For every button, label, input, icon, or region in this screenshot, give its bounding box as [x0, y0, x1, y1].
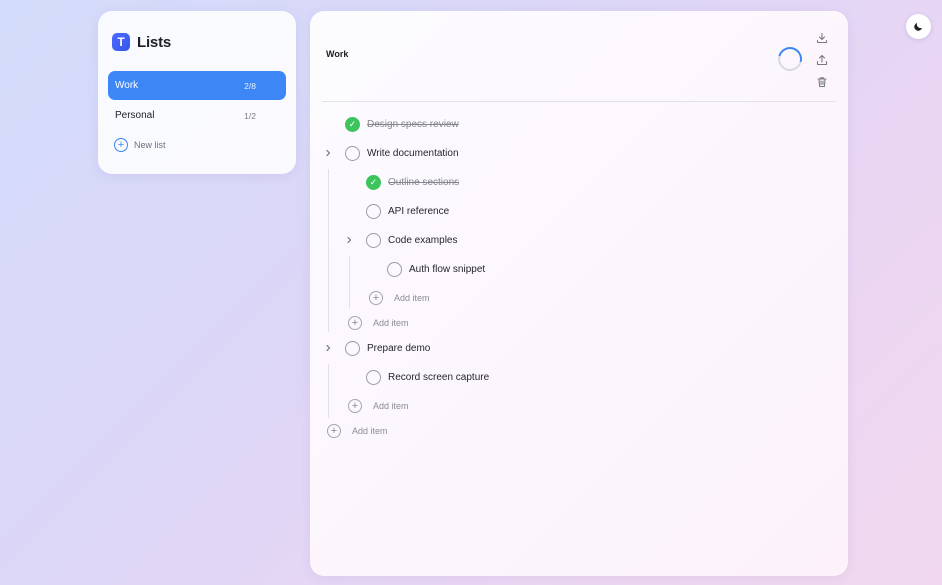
- task-label: Design specs review: [367, 118, 459, 130]
- list-count: 1/2: [244, 110, 256, 121]
- new-list-label: New list: [134, 140, 166, 150]
- unchecked-icon[interactable]: [366, 232, 381, 248]
- header-divider: [322, 101, 836, 102]
- download-button[interactable]: [815, 31, 829, 45]
- task-label: Auth flow snippet: [409, 263, 486, 275]
- list-name: Work: [115, 80, 139, 91]
- app-title: Lists: [137, 33, 172, 51]
- task-row[interactable]: Write documentation: [326, 143, 459, 163]
- add-item-label: Add item: [373, 318, 409, 328]
- toolbar: [815, 31, 829, 89]
- chevron-right-icon[interactable]: [323, 343, 333, 353]
- add-item-button[interactable]: + Add item: [348, 313, 409, 333]
- plus-circle-icon: +: [327, 424, 341, 438]
- add-item-button[interactable]: + Add item: [327, 421, 388, 441]
- share-button[interactable]: [815, 53, 829, 67]
- checked-icon[interactable]: ✓: [366, 174, 381, 190]
- task-row[interactable]: Prepare demo: [326, 338, 431, 358]
- plus-circle-icon: +: [369, 291, 383, 305]
- unchecked-icon[interactable]: [366, 203, 381, 219]
- task-row[interactable]: API reference: [366, 201, 449, 221]
- indent-guide: [328, 169, 329, 332]
- brand: T Lists: [108, 31, 286, 53]
- moon-icon: [914, 23, 922, 31]
- page-title: Work: [326, 49, 349, 59]
- add-item-label: Add item: [352, 426, 388, 436]
- main-panel: Work ✓ Design specs review Write documen…: [310, 11, 848, 576]
- task-label: Code examples: [388, 234, 458, 246]
- task-label: Outline sections: [388, 176, 460, 188]
- sidebar-item-work[interactable]: Work 2/8: [108, 71, 286, 100]
- add-item-label: Add item: [373, 401, 409, 411]
- add-item-button[interactable]: + Add item: [369, 288, 430, 308]
- app-logo-icon: T: [112, 33, 130, 51]
- list-header: Work: [310, 11, 848, 101]
- delete-button[interactable]: [815, 75, 829, 89]
- task-row[interactable]: ✓ Outline sections: [366, 172, 459, 192]
- task-row[interactable]: Record screen capture: [366, 367, 489, 387]
- list-nav: Work 2/8 Personal 1/2: [108, 71, 286, 130]
- new-list-button[interactable]: + New list: [108, 137, 286, 153]
- trash-icon: [817, 77, 827, 88]
- checked-icon[interactable]: ✓: [345, 116, 360, 132]
- chevron-right-icon[interactable]: [344, 235, 354, 245]
- sidebar: T Lists Work 2/8 Personal 1/2 + New list: [98, 11, 296, 174]
- task-row[interactable]: Code examples: [347, 230, 458, 250]
- sidebar-item-personal[interactable]: Personal 1/2: [108, 101, 286, 130]
- add-item-label: Add item: [394, 293, 430, 303]
- unchecked-icon[interactable]: [345, 340, 360, 356]
- task-label: Prepare demo: [367, 342, 431, 354]
- progress-spinner-icon: [773, 42, 807, 76]
- indent-guide: [328, 364, 329, 418]
- task-label: Record screen capture: [388, 371, 490, 383]
- plus-circle-icon: +: [114, 138, 128, 152]
- plus-circle-icon: +: [348, 399, 362, 413]
- unchecked-icon[interactable]: [345, 145, 360, 161]
- task-label: Write documentation: [367, 147, 459, 159]
- unchecked-icon[interactable]: [387, 261, 402, 277]
- list-count: 2/8: [244, 80, 256, 91]
- chevron-right-icon[interactable]: [323, 148, 333, 158]
- share-icon: [816, 54, 828, 66]
- task-row[interactable]: ✓ Design specs review: [345, 114, 459, 134]
- unchecked-icon[interactable]: [366, 369, 381, 385]
- task-label: API reference: [388, 205, 450, 217]
- list-name: Personal: [115, 110, 155, 121]
- download-icon: [816, 32, 828, 44]
- task-row[interactable]: Auth flow snippet: [387, 259, 485, 279]
- plus-circle-icon: +: [348, 316, 362, 330]
- theme-toggle-button[interactable]: [906, 14, 931, 39]
- indent-guide: [349, 256, 350, 308]
- add-item-button[interactable]: + Add item: [348, 396, 409, 416]
